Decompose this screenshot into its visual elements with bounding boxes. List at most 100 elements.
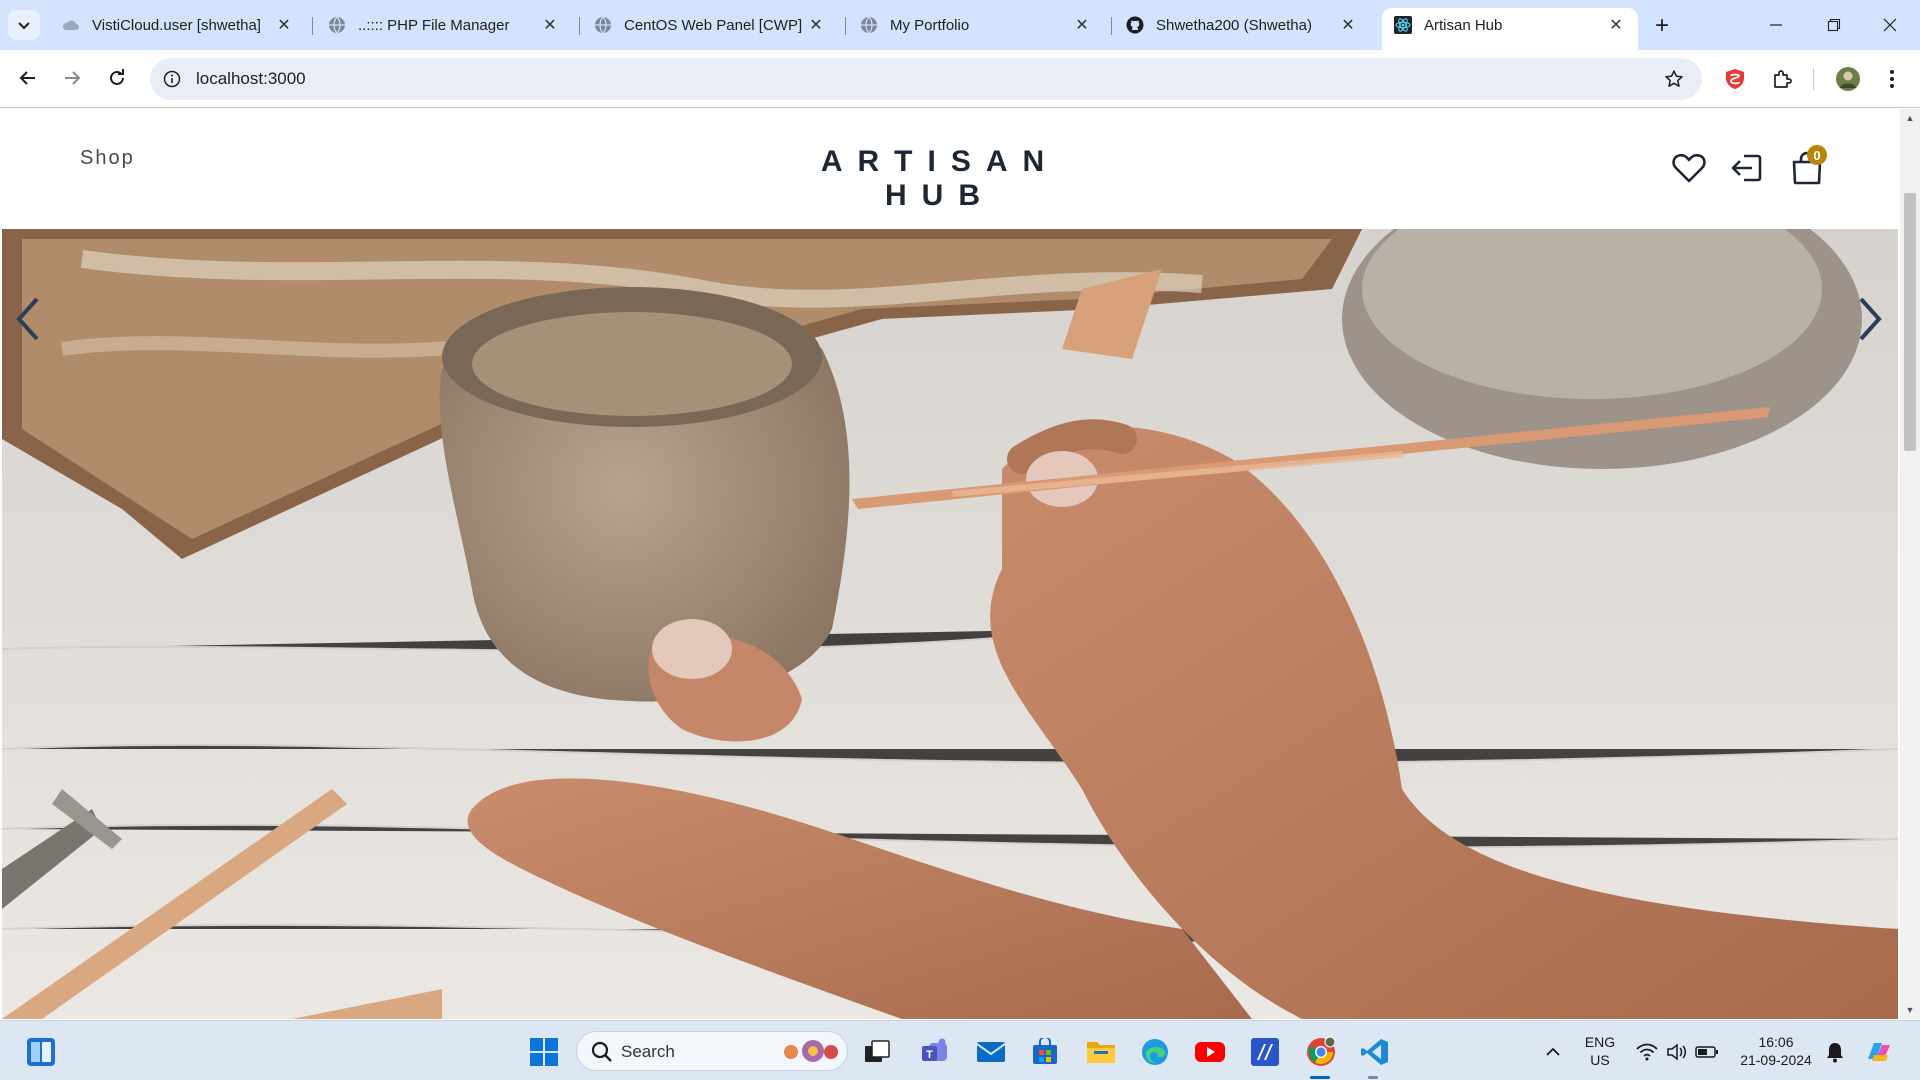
brand-logo[interactable]: ARTISAN HUB xyxy=(760,145,1120,213)
close-icon[interactable]: ✕ xyxy=(806,15,826,35)
clock-time: 16:06 xyxy=(1758,1034,1794,1050)
clock[interactable]: 16:06 21-09-2024 xyxy=(1726,1033,1826,1069)
url-text: localhost:3000 xyxy=(196,69,306,88)
carousel-prev-button[interactable] xyxy=(8,289,48,349)
close-icon[interactable]: ✕ xyxy=(1072,15,1092,35)
close-icon xyxy=(1883,18,1897,32)
chrome-running-indicator xyxy=(1310,1076,1330,1079)
windows-taskbar: Search T ENG US 16:06 21-09-2024 xyxy=(0,1020,1920,1080)
carousel-next-button[interactable] xyxy=(1850,289,1890,349)
mail-icon[interactable] xyxy=(974,1035,1008,1069)
site-info-icon[interactable] xyxy=(160,67,184,91)
extensions-puzzle-icon[interactable] xyxy=(1767,64,1797,94)
search-icon xyxy=(591,1041,612,1062)
tab-separator xyxy=(845,17,846,35)
toolbar-divider xyxy=(1813,68,1814,90)
file-explorer-icon[interactable] xyxy=(1084,1035,1118,1069)
tab-title: VistiCloud.user [shwetha] xyxy=(92,16,261,34)
language-region: US xyxy=(1590,1052,1610,1068)
tab-separator xyxy=(1111,17,1112,35)
scroll-down-icon[interactable]: ▼ xyxy=(1900,1001,1920,1019)
reload-icon xyxy=(110,69,124,85)
close-icon[interactable]: ✕ xyxy=(540,15,560,35)
chevron-down-icon xyxy=(18,22,30,30)
cloud-icon xyxy=(62,16,80,34)
tab-github[interactable]: Shwetha200 (Shwetha) ✕ xyxy=(1114,8,1370,42)
restore-icon xyxy=(1827,18,1841,32)
show-hidden-icons-chevron-up-icon[interactable] xyxy=(1536,1035,1570,1069)
copilot-icon[interactable] xyxy=(1862,1035,1896,1069)
scroll-thumb[interactable] xyxy=(1904,193,1916,451)
login-icon[interactable] xyxy=(1728,149,1766,187)
wishlist-heart-icon[interactable] xyxy=(1670,149,1708,187)
reload-button[interactable] xyxy=(101,62,133,94)
task-view-icon[interactable] xyxy=(860,1035,894,1069)
bookmark-star-icon[interactable] xyxy=(1662,67,1686,91)
svg-text:T: T xyxy=(926,1049,933,1061)
site-header: Shop ARTISAN HUB 0 xyxy=(0,109,1900,229)
window-close-button[interactable] xyxy=(1862,0,1918,50)
tab-my-portfolio[interactable]: My Portfolio ✕ xyxy=(848,8,1104,42)
forward-button[interactable] xyxy=(56,62,88,94)
back-button[interactable] xyxy=(12,62,44,94)
page-scrollbar[interactable]: ▲ ▼ xyxy=(1900,109,1920,1019)
minimize-button[interactable] xyxy=(1748,0,1804,50)
store-icon[interactable] xyxy=(1028,1035,1062,1069)
vscode-blue-app-icon[interactable] xyxy=(1248,1035,1282,1069)
battery-icon[interactable] xyxy=(1690,1035,1724,1069)
extension-shield-icon[interactable] xyxy=(1720,64,1750,94)
volume-icon[interactable] xyxy=(1660,1035,1694,1069)
cart-count-badge: 0 xyxy=(1807,145,1827,165)
tab-title: Shwetha200 (Shwetha) xyxy=(1156,16,1312,34)
tab-separator xyxy=(312,17,313,35)
notification-bell-icon[interactable] xyxy=(1818,1035,1852,1069)
tab-search-button[interactable] xyxy=(8,10,40,40)
globe-icon xyxy=(328,16,346,34)
tab-separator xyxy=(579,17,580,35)
tab-strip: VistiCloud.user [shwetha] ✕ ..:::: PHP F… xyxy=(0,0,1920,50)
tab-php-file-manager[interactable]: ..:::: PHP File Manager ✕ xyxy=(316,8,572,42)
restore-button[interactable] xyxy=(1806,0,1862,50)
language-indicator[interactable]: ENG US xyxy=(1580,1033,1620,1069)
hero-image xyxy=(2,229,1898,1019)
vscode-icon[interactable] xyxy=(1358,1035,1392,1069)
github-icon xyxy=(1126,16,1144,34)
globe-icon xyxy=(594,16,612,34)
browser-menu-icon[interactable] xyxy=(1877,64,1907,94)
arrow-right-icon xyxy=(65,71,81,85)
start-windows-icon[interactable] xyxy=(527,1035,561,1069)
clock-date: 21-09-2024 xyxy=(1740,1052,1812,1068)
minimize-icon xyxy=(1770,24,1782,26)
scroll-up-icon[interactable]: ▲ xyxy=(1900,109,1920,127)
search-highlight-icon xyxy=(784,1040,838,1062)
wifi-icon[interactable] xyxy=(1630,1035,1664,1069)
close-icon[interactable]: ✕ xyxy=(1606,15,1626,35)
teams-icon[interactable]: T xyxy=(918,1035,952,1069)
tab-visticloud[interactable]: VistiCloud.user [shwetha] ✕ xyxy=(50,8,306,42)
close-icon[interactable]: ✕ xyxy=(1338,15,1358,35)
edge-icon[interactable] xyxy=(1138,1035,1172,1069)
new-tab-button[interactable]: + xyxy=(1648,12,1676,40)
taskbar-search[interactable]: Search xyxy=(576,1031,848,1071)
close-icon[interactable]: ✕ xyxy=(274,15,294,35)
tab-title: Artisan Hub xyxy=(1424,16,1503,34)
tab-title: ..:::: PHP File Manager xyxy=(358,16,510,34)
vscode-running-indicator xyxy=(1368,1076,1378,1079)
taskbar-search-label: Search xyxy=(621,1042,675,1061)
chrome-icon[interactable] xyxy=(1304,1035,1338,1069)
page-viewport: Shop ARTISAN HUB 0 xyxy=(0,109,1900,1019)
youtube-icon[interactable] xyxy=(1193,1035,1227,1069)
widgets-icon[interactable] xyxy=(24,1035,58,1069)
globe-icon xyxy=(860,16,878,34)
tab-title: My Portfolio xyxy=(890,16,970,34)
tab-title: CentOS Web Panel [CWP] xyxy=(624,16,803,34)
tab-artisan-hub[interactable]: Artisan Hub ✕ xyxy=(1382,8,1638,50)
nav-shop-link[interactable]: Shop xyxy=(80,147,135,170)
profile-avatar[interactable] xyxy=(1833,64,1863,94)
tab-centos-web-panel[interactable]: CentOS Web Panel [CWP] ✕ xyxy=(582,8,838,42)
chevron-left-icon xyxy=(16,297,39,341)
address-bar[interactable]: localhost:3000 xyxy=(150,58,1702,100)
arrow-left-icon xyxy=(19,71,35,85)
react-icon xyxy=(1394,16,1412,34)
browser-toolbar: localhost:3000 xyxy=(0,50,1920,108)
